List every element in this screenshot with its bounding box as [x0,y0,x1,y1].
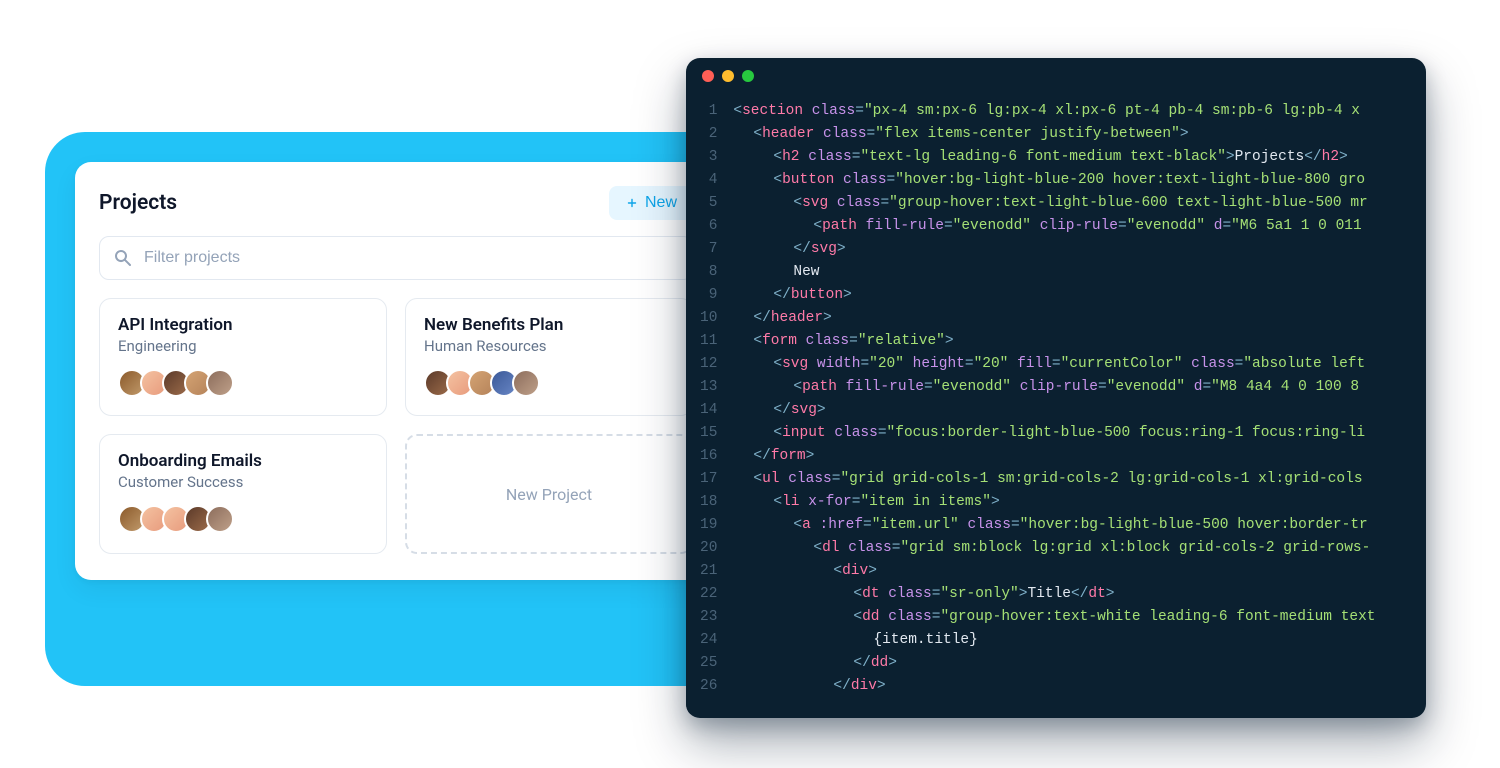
projects-title: Projects [99,191,177,215]
maximize-icon[interactable] [742,70,754,82]
project-card[interactable]: API Integration Engineering [99,298,387,416]
new-project-card[interactable]: New Project [405,434,693,554]
new-button[interactable]: New [609,186,693,220]
projects-grid: API Integration Engineering New Benefits… [99,298,693,554]
project-subtitle: Customer Success [118,473,368,491]
minimize-icon[interactable] [722,70,734,82]
project-card[interactable]: Onboarding Emails Customer Success [99,434,387,554]
new-button-label: New [645,194,677,212]
project-avatars [118,369,368,397]
project-avatars [424,369,674,397]
avatar [206,505,234,533]
avatar [206,369,234,397]
search-icon [113,248,133,268]
new-project-label: New Project [506,485,592,504]
window-titlebar [686,58,1426,94]
line-number-gutter: 1234567891011121314151617181920212223242… [686,94,727,714]
code-content[interactable]: <section class="px-4 sm:px-6 lg:px-4 xl:… [727,94,1375,714]
projects-panel: Projects New API Integration Engineering [75,162,717,580]
close-icon[interactable] [702,70,714,82]
project-subtitle: Engineering [118,337,368,355]
project-title: Onboarding Emails [118,451,368,471]
avatar [512,369,540,397]
search-input[interactable] [99,236,693,280]
project-avatars [118,505,368,533]
project-title: New Benefits Plan [424,315,674,335]
search-field [99,236,693,280]
plus-icon [625,196,639,210]
projects-header: Projects New [99,186,693,220]
code-body: 1234567891011121314151617181920212223242… [686,94,1426,714]
project-title: API Integration [118,315,368,335]
project-subtitle: Human Resources [424,337,674,355]
project-card[interactable]: New Benefits Plan Human Resources [405,298,693,416]
code-editor-window: 1234567891011121314151617181920212223242… [686,58,1426,718]
